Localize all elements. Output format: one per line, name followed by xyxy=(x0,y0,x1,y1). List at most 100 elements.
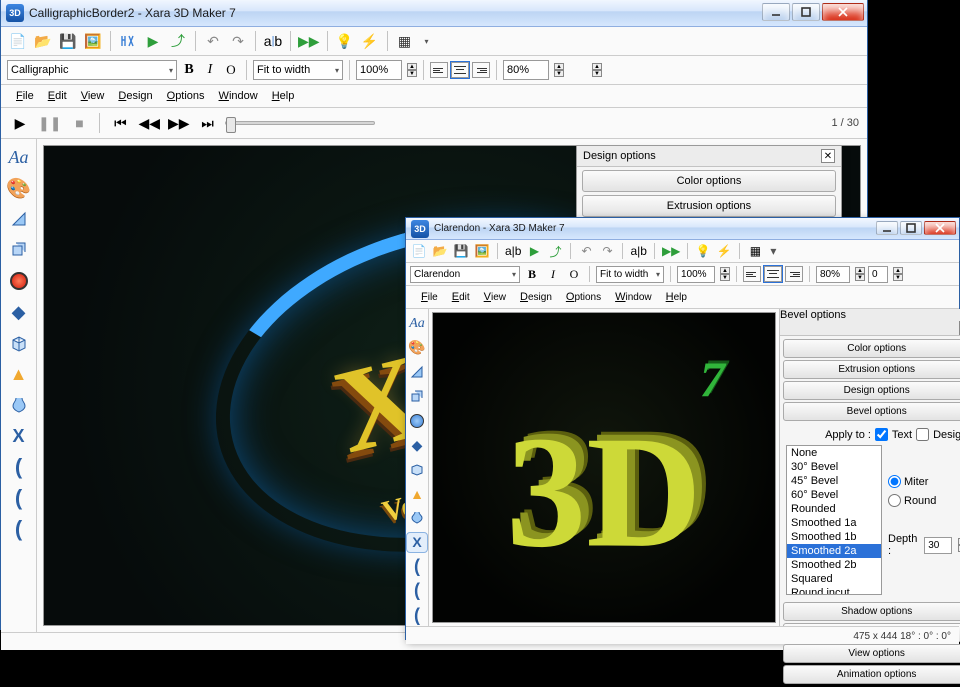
outline-button[interactable]: O xyxy=(222,59,240,81)
list-item[interactable]: 45° Bevel xyxy=(787,474,881,488)
x-tool[interactable]: X xyxy=(5,422,33,450)
zoom-field[interactable] xyxy=(356,60,402,80)
arc-tool-3[interactable]: ( xyxy=(5,515,33,543)
zoom-stepper[interactable]: ▲▼ xyxy=(720,267,730,281)
view-options-button[interactable]: View options xyxy=(783,644,960,663)
dropdown-arrow-icon[interactable]: ▾ xyxy=(416,30,438,52)
bolt-button[interactable]: ⚡ xyxy=(359,30,381,52)
bevel-options-button[interactable]: Bevel options xyxy=(783,402,960,421)
bevel-listbox[interactable]: None30° Bevel45° Bevel60° BevelRoundedSm… xyxy=(786,445,882,595)
arc-tool-3[interactable]: ( xyxy=(406,605,428,626)
export-button[interactable]: ⤴ xyxy=(167,30,189,52)
aspect-stepper[interactable]: ▲▼ xyxy=(855,267,865,281)
aspect-stepper[interactable]: ▲▼ xyxy=(554,63,564,77)
arc-tool-2[interactable]: ( xyxy=(5,484,33,512)
aspect-field[interactable] xyxy=(816,266,850,283)
font-selector[interactable]: ▾ xyxy=(410,266,520,283)
font-selector[interactable]: ▾ xyxy=(7,60,177,80)
preview-canvas[interactable]: 3D 7 xyxy=(432,312,776,623)
list-item[interactable]: Smoothed 2a xyxy=(787,544,881,558)
titlebar[interactable]: 3D CalligraphicBorder2 - Xara 3D Maker 7 xyxy=(1,0,867,27)
bevel-tool[interactable] xyxy=(5,205,33,233)
swatch-button[interactable]: ▦ xyxy=(394,30,416,52)
menu-view[interactable]: View xyxy=(74,88,112,104)
extra-field[interactable] xyxy=(868,266,888,283)
animation-options-button[interactable]: Animation options xyxy=(783,665,960,684)
arc-tool-1[interactable]: ( xyxy=(5,453,33,481)
animation-button[interactable]: ▶ xyxy=(525,242,543,260)
menu-window[interactable]: Window xyxy=(608,289,659,305)
light-button[interactable]: 💡 xyxy=(334,30,356,52)
list-item[interactable]: Round incut xyxy=(787,586,881,595)
zoom-field[interactable] xyxy=(677,266,715,283)
export-button[interactable]: ⤴ xyxy=(546,242,564,260)
vase-tool[interactable] xyxy=(5,391,33,419)
palette-tool[interactable]: 🎨 xyxy=(5,174,33,202)
close-button[interactable] xyxy=(822,3,864,21)
diamond-tool[interactable]: ◆ xyxy=(5,298,33,326)
record-tool[interactable] xyxy=(406,410,428,431)
cube-tool[interactable] xyxy=(406,459,428,480)
apply-design-checkbox[interactable] xyxy=(916,428,929,441)
minimize-button[interactable] xyxy=(762,3,790,21)
undo-button[interactable]: ↶ xyxy=(577,242,595,260)
text-dialog-button[interactable]: a|b xyxy=(504,242,522,260)
diamond-tool[interactable]: ◆ xyxy=(406,434,428,455)
text-dialog-button[interactable] xyxy=(117,30,139,52)
movie-button[interactable]: ▶▶ xyxy=(297,30,321,52)
save-button[interactable]: 💾 xyxy=(452,242,470,260)
list-item[interactable]: Smoothed 1a xyxy=(787,516,881,530)
apply-text-checkbox[interactable] xyxy=(875,428,888,441)
color-options-button[interactable]: Color options xyxy=(783,339,960,358)
menu-view[interactable]: View xyxy=(477,289,513,305)
color-options-button[interactable]: Color options xyxy=(582,170,836,192)
bold-button[interactable]: B xyxy=(523,265,541,283)
menu-file[interactable]: File xyxy=(9,88,41,104)
abc-button[interactable]: a|b xyxy=(262,30,284,52)
menu-design[interactable]: Design xyxy=(513,289,559,305)
bevel-tool[interactable] xyxy=(406,362,428,383)
dropdown-arrow-icon[interactable]: ▾ xyxy=(764,242,782,260)
menu-options[interactable]: Options xyxy=(559,289,608,305)
titlebar[interactable]: 3D Clarendon - Xara 3D Maker 7 xyxy=(406,218,959,240)
bold-button[interactable]: B xyxy=(180,59,198,81)
extra-stepper[interactable]: ▲▼ xyxy=(893,267,903,281)
abc-button[interactable]: a|b xyxy=(629,242,647,260)
text-tool[interactable]: Aa xyxy=(5,143,33,171)
cube-tool[interactable] xyxy=(5,329,33,357)
menu-window[interactable]: Window xyxy=(212,88,265,104)
palette-tool[interactable]: 🎨 xyxy=(406,337,428,358)
align-right-button[interactable] xyxy=(785,266,803,282)
align-center-button[interactable] xyxy=(764,266,782,282)
swatch-button[interactable]: ▦ xyxy=(746,242,764,260)
play-button[interactable]: ▶ xyxy=(9,112,31,134)
menu-file[interactable]: File xyxy=(414,289,445,305)
animation-button[interactable]: ▶ xyxy=(142,30,164,52)
bolt-button[interactable]: ⚡ xyxy=(715,242,733,260)
extrusion-options-button[interactable]: Extrusion options xyxy=(582,195,836,217)
open-button[interactable]: 📂 xyxy=(431,242,449,260)
menu-edit[interactable]: Edit xyxy=(41,88,74,104)
extrude-tool[interactable] xyxy=(406,386,428,407)
redo-button[interactable]: ↷ xyxy=(598,242,616,260)
round-radio[interactable]: Round xyxy=(888,494,960,507)
depth-field[interactable] xyxy=(924,537,952,554)
dropdown-arrow-icon[interactable]: ▾ xyxy=(169,66,173,75)
arc-tool-1[interactable]: ( xyxy=(406,556,428,577)
pause-button[interactable]: ❚❚ xyxy=(37,112,62,134)
picture-button[interactable]: 🖼️ xyxy=(473,242,491,260)
extra-stepper[interactable]: ▲▼ xyxy=(592,63,602,77)
shadow-options-button[interactable]: Shadow options xyxy=(783,602,960,621)
list-item[interactable]: 60° Bevel xyxy=(787,488,881,502)
list-item[interactable]: None xyxy=(787,446,881,460)
x-tool[interactable]: X xyxy=(406,532,428,553)
redo-button[interactable]: ↷ xyxy=(227,30,249,52)
light-button[interactable]: 💡 xyxy=(694,242,712,260)
minimize-button[interactable] xyxy=(876,221,898,235)
picture-button[interactable]: 🖼️ xyxy=(82,30,104,52)
triangle-tool[interactable]: ▲ xyxy=(5,360,33,388)
arc-tool-2[interactable]: ( xyxy=(406,580,428,601)
menu-design[interactable]: Design xyxy=(111,88,159,104)
undo-button[interactable]: ↶ xyxy=(202,30,224,52)
fit-selector[interactable]: ▾ xyxy=(596,266,664,283)
